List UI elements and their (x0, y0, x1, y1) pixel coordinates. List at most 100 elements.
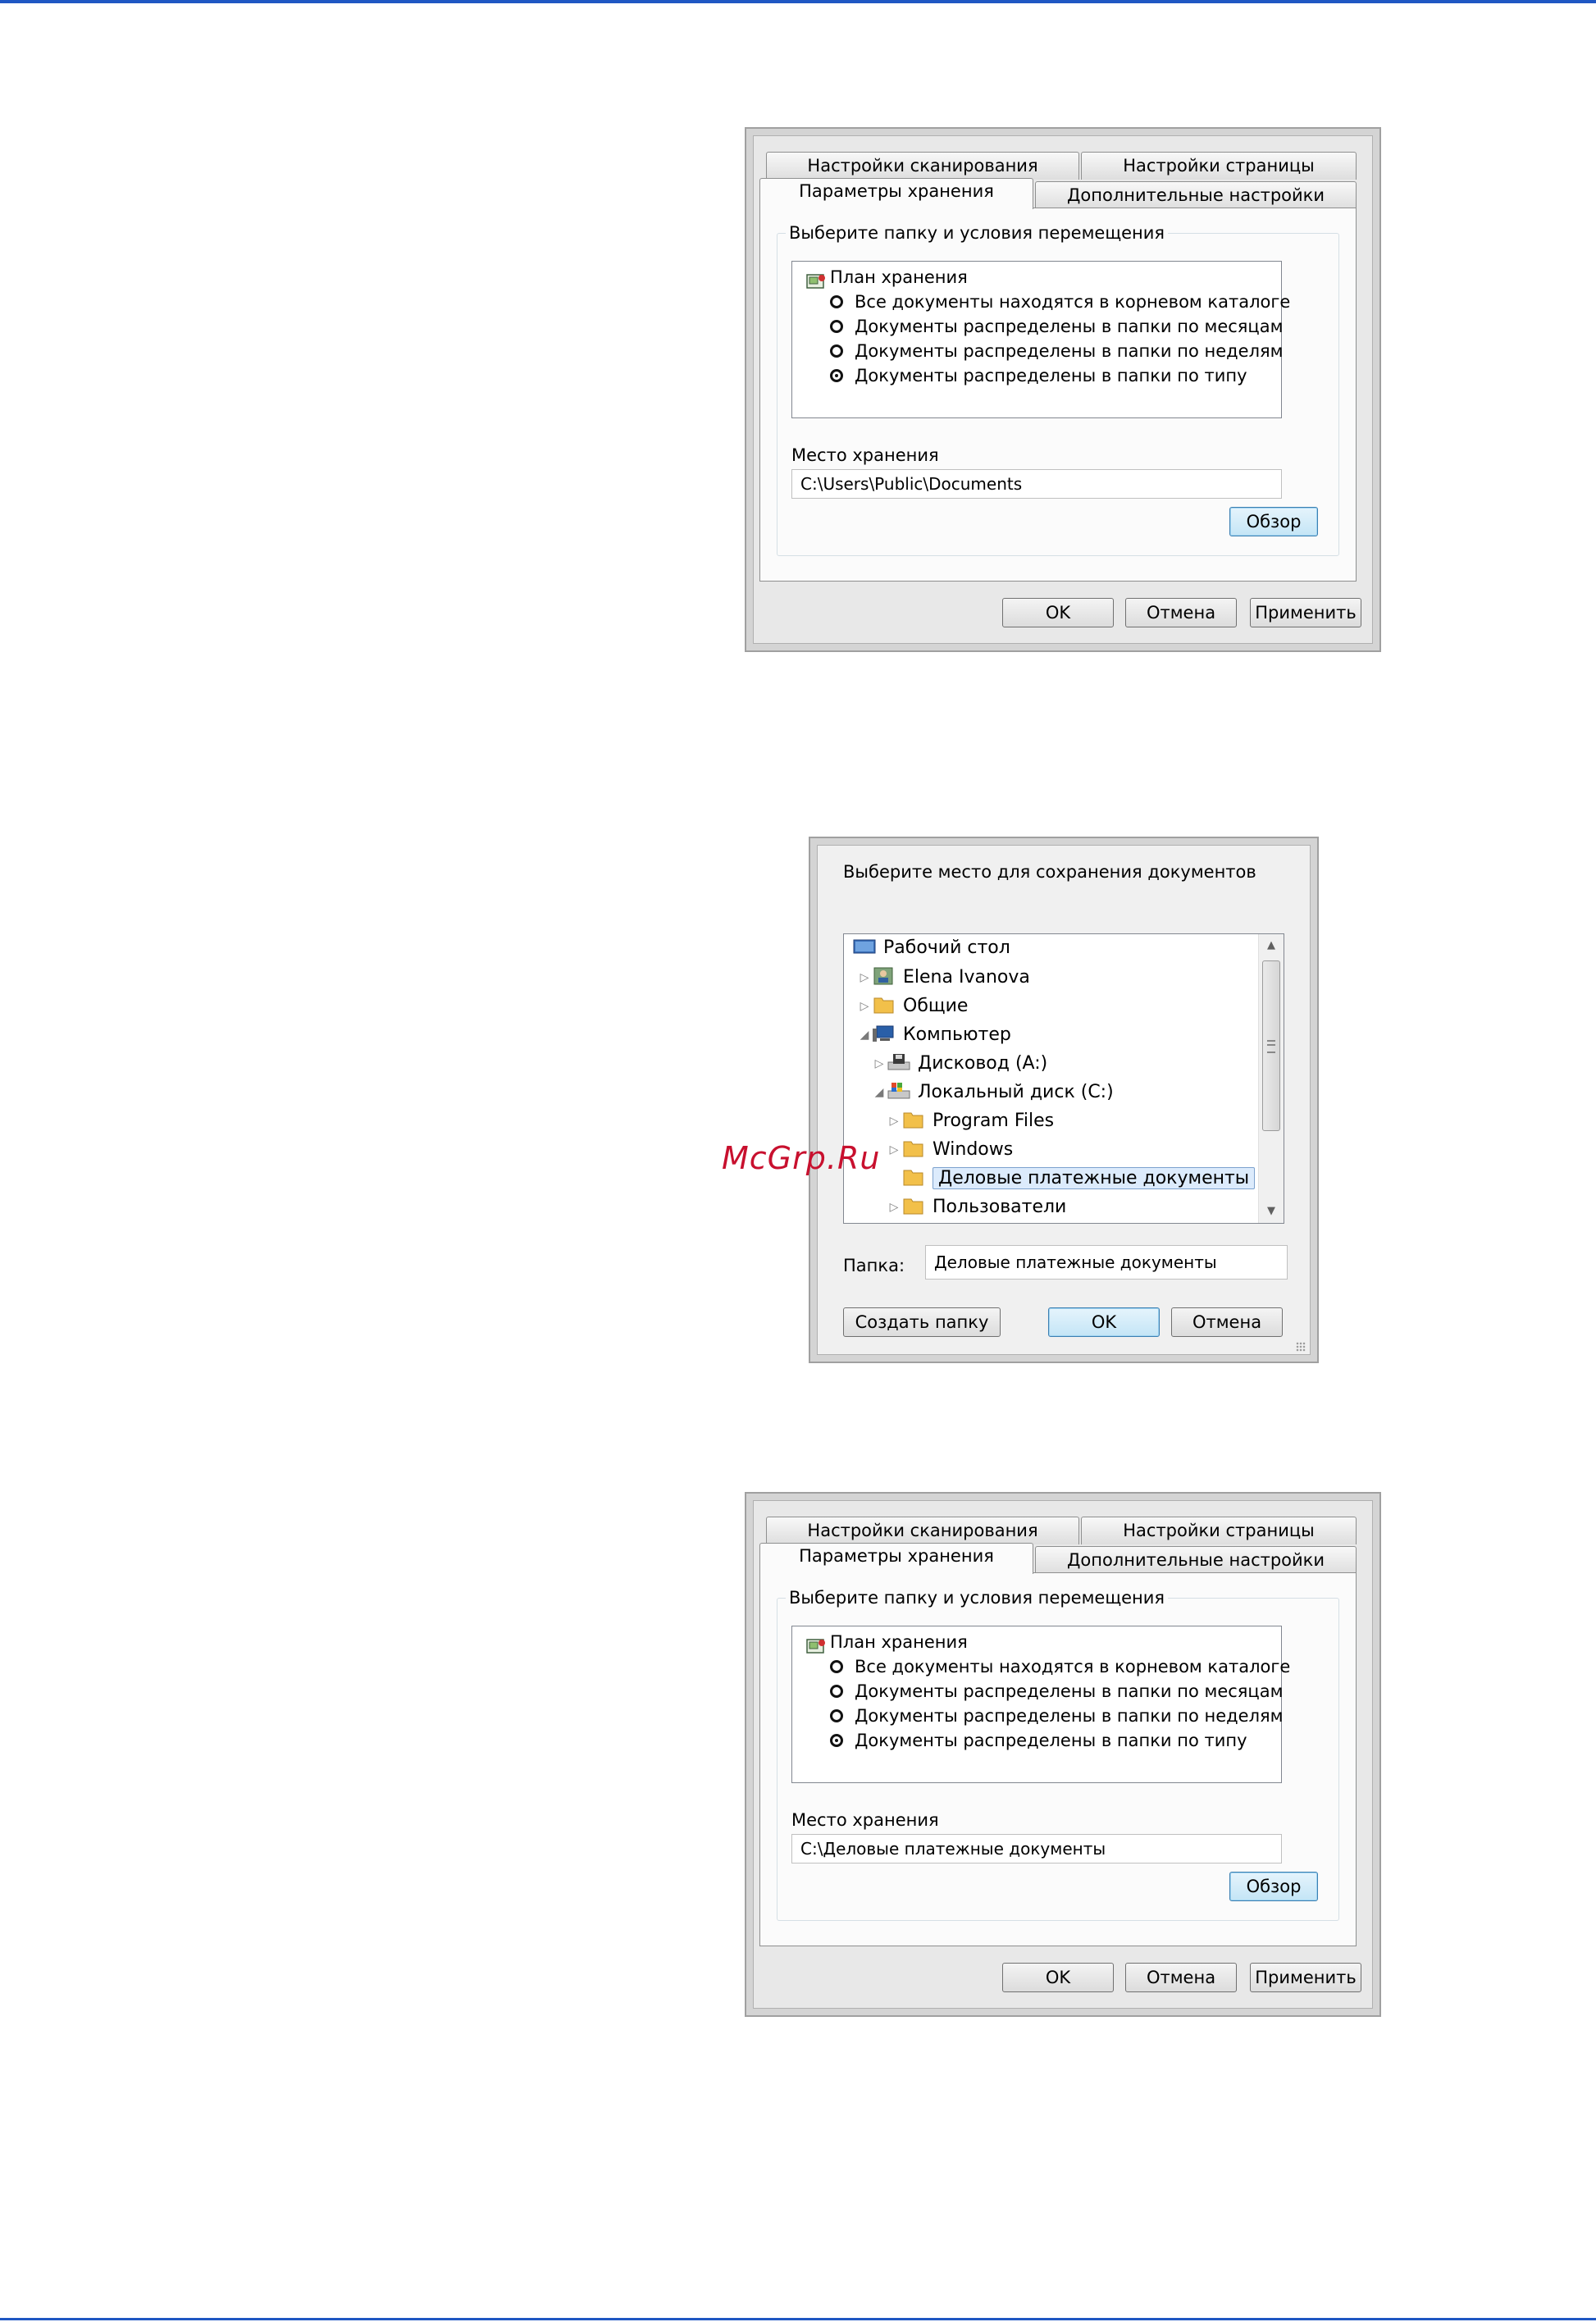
settings-dialog-before: Настройки сканирования Настройки страниц… (745, 127, 1381, 652)
radio-selected-icon[interactable] (830, 1734, 843, 1747)
radio-icon[interactable] (830, 1685, 843, 1698)
user-folder-icon (873, 967, 893, 985)
folder-label: Папка: (843, 1256, 905, 1275)
tree-item-desktop[interactable]: Рабочий стол (852, 934, 1010, 962)
tree-scrollbar[interactable]: ▲ ▼ (1258, 934, 1284, 1223)
location-field[interactable]: C:\Деловые платежные документы (791, 1834, 1282, 1864)
expand-arrow-icon[interactable]: ▷ (857, 992, 872, 1020)
tree-item-business-docs[interactable]: Деловые платежные документы (901, 1165, 1256, 1193)
storage-plan-title: План хранения (830, 1632, 968, 1652)
browse-button[interactable]: Обзор (1229, 507, 1318, 536)
tab-storage-options[interactable]: Параметры хранения (759, 1543, 1033, 1574)
expand-arrow-icon[interactable]: ▷ (857, 964, 872, 992)
browse-dialog-title: Выберите место для сохранения документов (843, 862, 1256, 882)
expand-arrow-icon[interactable]: ▷ (872, 1050, 887, 1078)
location-label: Место хранения (791, 445, 939, 465)
tab-scan-settings[interactable]: Настройки сканирования (766, 152, 1079, 180)
tree-item-computer[interactable]: ◢ Компьютер (857, 1021, 1011, 1049)
ok-button[interactable]: OK (1048, 1307, 1160, 1337)
apply-button[interactable]: Применить (1250, 598, 1361, 627)
new-folder-button[interactable]: Создать папку (843, 1307, 1001, 1337)
radio-selected-icon[interactable] (830, 369, 843, 382)
radio-icon[interactable] (830, 1709, 843, 1722)
tree-item-local-disk[interactable]: ◢ Локальный диск (C:) (872, 1079, 1114, 1106)
option-label: Документы распределены в папки по типу (855, 1731, 1247, 1750)
top-rule (0, 0, 1596, 3)
storage-plan-box: План хранения Все документы находятся в … (791, 1626, 1290, 1783)
scrollbar-thumb[interactable] (1262, 960, 1280, 1131)
tree-item-floppy[interactable]: ▷ Дисковод (A:) (872, 1050, 1048, 1078)
group-title: Выберите папку и условия перемещения (786, 1587, 1169, 1608)
tab-page-settings[interactable]: Настройки страницы (1081, 1517, 1357, 1544)
apply-button[interactable]: Применить (1250, 1963, 1361, 1992)
tree-item-public[interactable]: ▷ Общие (857, 992, 969, 1020)
tab-advanced-settings[interactable]: Дополнительные настройки (1035, 181, 1357, 209)
tree-item-users[interactable]: ▷ Пользователи (887, 1193, 1067, 1221)
option-by-type[interactable]: Документы распределены в папки по типу (830, 365, 1247, 386)
bottom-rule (0, 2318, 1596, 2320)
location-field[interactable]: C:\Users\Public\Documents (791, 469, 1282, 499)
computer-icon (873, 1025, 894, 1042)
tree-item-user[interactable]: ▷ Elena Ivanova (857, 964, 1030, 992)
cancel-button[interactable]: Отмена (1125, 1963, 1237, 1992)
local-disk-icon (887, 1083, 910, 1099)
watermark-text: McGrp.Ru (722, 1140, 881, 1176)
option-label: Документы распределены в папки по месяца… (855, 1681, 1284, 1701)
option-label: Документы распределены в папки по неделя… (855, 1706, 1284, 1726)
option-label: Все документы находятся в корневом катал… (855, 292, 1291, 312)
tab-advanced-settings[interactable]: Дополнительные настройки (1035, 1546, 1357, 1574)
storage-plan-title: План хранения (830, 267, 968, 287)
expand-arrow-icon[interactable]: ▷ (887, 1107, 901, 1135)
tree-item-program-files[interactable]: ▷ Program Files (887, 1107, 1054, 1135)
option-by-month[interactable]: Документы распределены в папки по месяца… (830, 316, 1283, 337)
desktop-icon (853, 939, 876, 954)
storage-plan-header: План хранения (800, 267, 968, 289)
tree-item-label: Деловые платежные документы (933, 1167, 1256, 1189)
tab-scan-settings[interactable]: Настройки сканирования (766, 1517, 1079, 1544)
folder-name-field[interactable]: Деловые платежные документы (925, 1245, 1288, 1280)
tab-page-settings[interactable]: Настройки страницы (1081, 152, 1357, 180)
group-title: Выберите папку и условия перемещения (786, 222, 1169, 244)
option-by-week[interactable]: Документы распределены в папки по неделя… (830, 1705, 1283, 1727)
folder-icon (903, 1170, 923, 1186)
ok-button[interactable]: OK (1002, 598, 1114, 627)
scroll-up-arrow-icon[interactable]: ▲ (1259, 934, 1284, 957)
folder-icon (873, 997, 894, 1014)
browse-folder-dialog: Выберите место для сохранения документов… (809, 837, 1319, 1363)
option-root-folder[interactable]: Все документы находятся в корневом катал… (830, 1656, 1290, 1677)
folder-tree[interactable]: Рабочий стол ▷ Elena Ivanova ▷ Общие ◢ Комп… (843, 933, 1284, 1224)
scroll-down-arrow-icon[interactable]: ▼ (1259, 1200, 1284, 1223)
storage-plan-icon (806, 274, 825, 289)
folder-icon (903, 1112, 923, 1129)
ok-button[interactable]: OK (1002, 1963, 1114, 1992)
expand-arrow-icon[interactable]: ▷ (887, 1136, 901, 1164)
tree-item-windows[interactable]: ▷ Windows (887, 1136, 1014, 1164)
radio-icon[interactable] (830, 320, 843, 333)
radio-icon[interactable] (830, 295, 843, 308)
tree-item-label: Дисковод (A:) (918, 1053, 1048, 1074)
tree-item-label: Пользователи (933, 1197, 1067, 1217)
tab-panel: Выберите папку и условия перемещения Пла… (759, 1572, 1357, 1946)
tab-storage-options[interactable]: Параметры хранения (759, 178, 1033, 209)
cancel-button[interactable]: Отмена (1171, 1307, 1283, 1337)
browse-button[interactable]: Обзор (1229, 1872, 1318, 1901)
option-root-folder[interactable]: Все документы находятся в корневом катал… (830, 291, 1290, 312)
tree-item-label: Elena Ivanova (903, 967, 1030, 988)
collapse-arrow-icon[interactable]: ◢ (857, 1021, 872, 1049)
cancel-button[interactable]: Отмена (1125, 598, 1237, 627)
tree-item-label: Локальный диск (C:) (918, 1082, 1114, 1102)
storage-plan-box: План хранения Все документы находятся в … (791, 261, 1290, 418)
option-by-week[interactable]: Документы распределены в папки по неделя… (830, 340, 1283, 362)
expand-arrow-icon[interactable]: ▷ (887, 1193, 901, 1221)
radio-icon[interactable] (830, 344, 843, 358)
option-by-type[interactable]: Документы распределены в папки по типу (830, 1730, 1247, 1751)
option-by-month[interactable]: Документы распределены в папки по месяца… (830, 1681, 1283, 1702)
storage-plan-header: План хранения (800, 1631, 968, 1654)
option-label: Документы распределены в папки по месяца… (855, 317, 1284, 336)
settings-dialog-after: Настройки сканирования Настройки страниц… (745, 1492, 1381, 2017)
radio-icon[interactable] (830, 1660, 843, 1673)
resize-grip-icon[interactable] (1296, 1342, 1306, 1352)
floppy-drive-icon (887, 1054, 910, 1070)
storage-plan-icon (806, 1639, 825, 1654)
collapse-arrow-icon[interactable]: ◢ (872, 1079, 887, 1106)
